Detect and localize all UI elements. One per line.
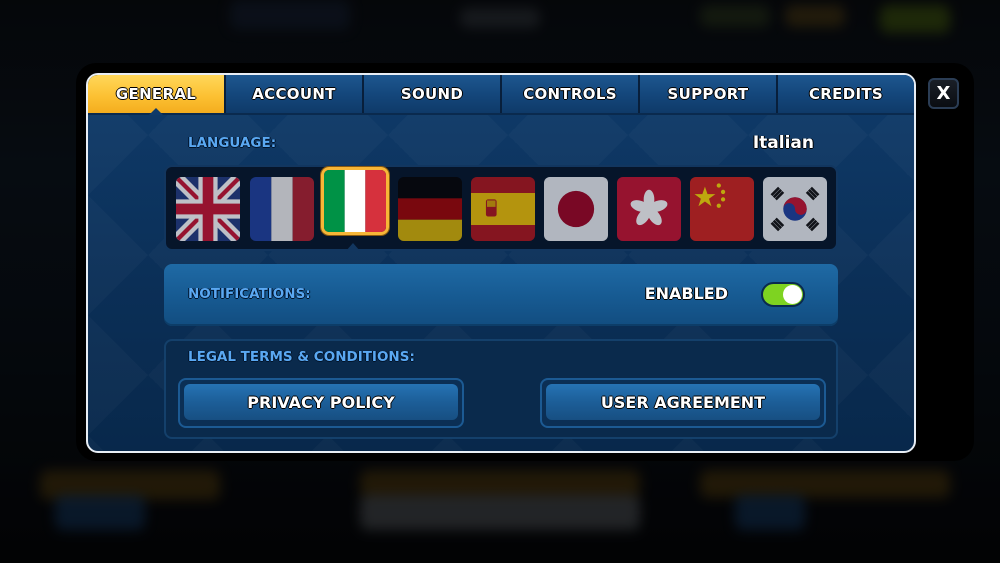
legal-section: LEGAL TERMS & CONDITIONS: PRIVACY POLICY… [164, 339, 838, 439]
germany-flag-icon [398, 177, 462, 241]
flag-france[interactable] [250, 177, 314, 241]
notifications-row: NOTIFICATIONS: ENABLED [164, 264, 838, 326]
france-flag-icon [250, 177, 314, 241]
notifications-toggle[interactable] [761, 282, 805, 307]
privacy-policy-button[interactable]: PRIVACY POLICY [178, 378, 464, 428]
settings-tabs: GENERAL ACCOUNT SOUND CONTROLS SUPPORT C… [88, 75, 914, 115]
tab-account[interactable]: ACCOUNT [226, 75, 364, 113]
flag-japan[interactable] [544, 177, 608, 241]
flag-china[interactable] [690, 177, 754, 241]
uk-flag-icon [176, 177, 240, 241]
user-agreement-button[interactable]: USER AGREEMENT [540, 378, 826, 428]
tab-general[interactable]: GENERAL [88, 75, 226, 113]
privacy-policy-label: PRIVACY POLICY [184, 384, 458, 420]
china-flag-icon [690, 177, 754, 241]
japan-flag-icon [544, 177, 608, 241]
selected-language: Italian [752, 133, 814, 153]
tab-sound[interactable]: SOUND [364, 75, 502, 113]
hong-kong-flag-icon [617, 177, 681, 241]
toggle-knob [783, 285, 802, 304]
flag-spain[interactable] [471, 177, 535, 241]
flag-hong-kong[interactable] [617, 177, 681, 241]
spain-flag-icon [471, 177, 535, 241]
tab-credits[interactable]: CREDITS [778, 75, 914, 113]
close-button[interactable]: X [928, 78, 959, 109]
selected-flag-pointer [346, 243, 360, 251]
notifications-label: NOTIFICATIONS: [188, 286, 311, 302]
tab-support[interactable]: SUPPORT [640, 75, 778, 113]
notifications-state: ENABLED [644, 284, 728, 303]
user-agreement-label: USER AGREEMENT [546, 384, 820, 420]
legal-label: LEGAL TERMS & CONDITIONS: [188, 349, 415, 365]
settings-panel: GENERAL ACCOUNT SOUND CONTROLS SUPPORT C… [86, 73, 916, 453]
tab-controls[interactable]: CONTROLS [502, 75, 640, 113]
flag-germany[interactable] [398, 177, 462, 241]
italy-flag-icon [324, 170, 386, 232]
close-icon: X [936, 83, 951, 104]
language-flag-selector [164, 165, 838, 251]
flag-italy[interactable] [321, 167, 389, 235]
korea-flag-icon [763, 177, 827, 241]
language-label: LANGUAGE: [188, 135, 277, 151]
flag-korea[interactable] [763, 177, 827, 241]
flag-uk[interactable] [176, 177, 240, 241]
